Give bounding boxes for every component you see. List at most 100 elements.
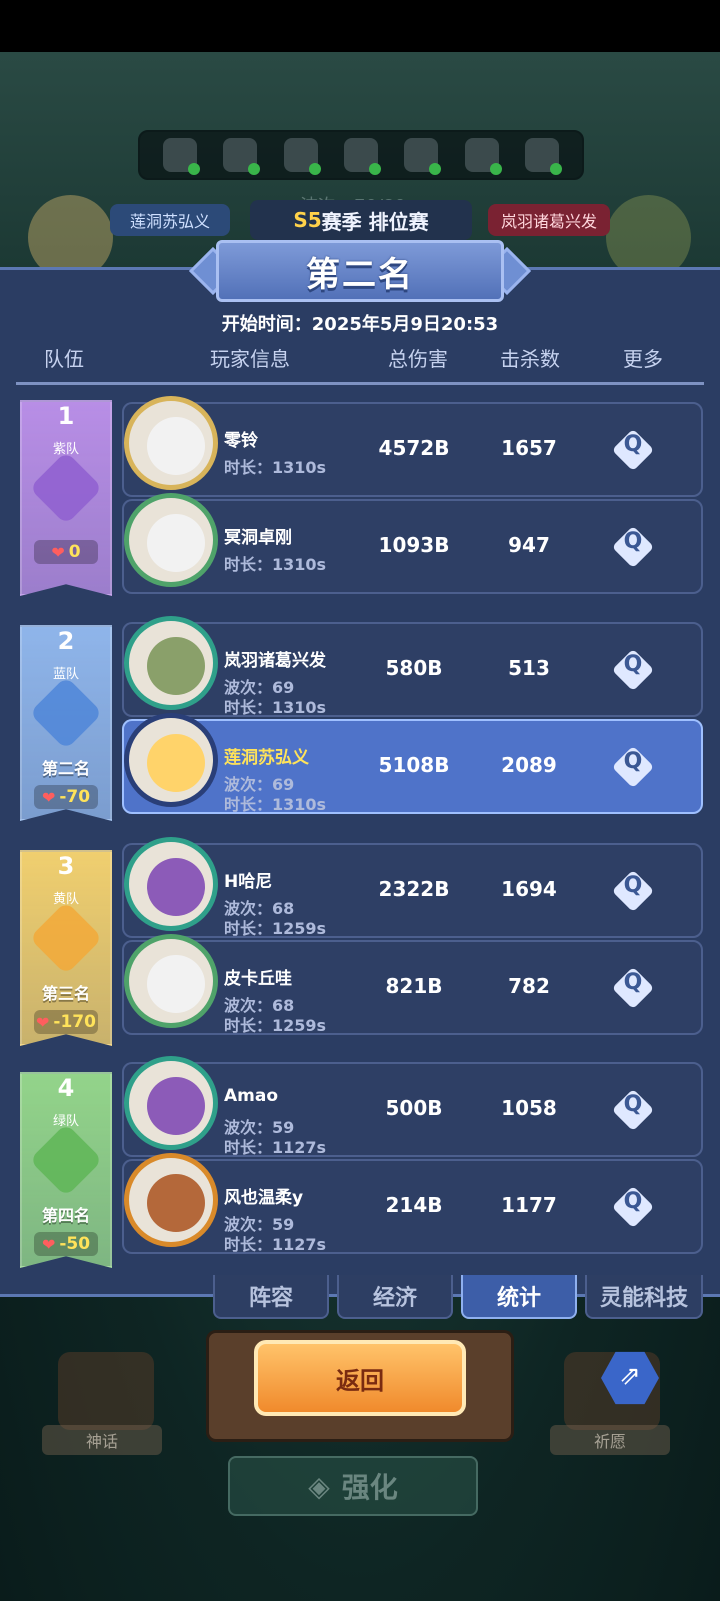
player-row: 零铃时长：1310s 4572B 1657 Q xyxy=(122,396,703,497)
player-row: 岚羽诸葛兴发 波次：69 时长：1310s 580B 513 Q xyxy=(122,616,703,717)
player-row: 莲洞苏弘义 波次：69 时长：1310s 5108B 2089 Q xyxy=(122,713,703,814)
player-duration: 时长：1259s xyxy=(224,1016,327,1035)
player-detail-button[interactable]: Q xyxy=(611,869,655,913)
player-damage: 214B xyxy=(385,1193,443,1217)
search-icon: Q xyxy=(623,749,643,774)
player-kills: 1657 xyxy=(501,436,557,460)
result-title: 第二名 xyxy=(216,240,504,302)
avatar xyxy=(124,396,218,490)
player-duration: 时长：1310s xyxy=(224,458,327,477)
team-ribbon: 4 绿队 第四名 ❤ -50 xyxy=(20,1072,112,1268)
search-icon: Q xyxy=(623,432,643,457)
player-detail-button[interactable]: Q xyxy=(611,1088,655,1132)
avatar-face xyxy=(147,955,205,1013)
avatar xyxy=(124,1056,218,1150)
player-duration: 时长：1127s xyxy=(224,1235,327,1254)
search-icon: Q xyxy=(623,970,643,995)
tab-lineup[interactable]: 阵容 xyxy=(213,1275,329,1319)
share-button[interactable]: ⇗ xyxy=(601,1349,659,1407)
player-kills: 782 xyxy=(508,974,550,998)
player-damage: 4572B xyxy=(378,436,450,460)
column-player: 玩家信息 xyxy=(210,347,290,371)
player-row: 风也温柔y 波次：59 时长：1127s 214B 1177 Q xyxy=(122,1153,703,1254)
avatar xyxy=(124,713,218,807)
player-kills: 1177 xyxy=(501,1193,557,1217)
player-row: Amao 波次：59 时长：1127s 500B 1058 Q xyxy=(122,1056,703,1157)
player-name: 风也温柔y xyxy=(224,1188,304,1208)
player-duration: 时长：1310s xyxy=(224,698,327,717)
back-button[interactable]: 返回 xyxy=(254,1340,466,1416)
player-damage: 2322B xyxy=(378,877,450,901)
share-icon: ⇗ xyxy=(619,1361,641,1391)
player-name: 零铃 xyxy=(224,431,258,451)
status-bar xyxy=(0,0,720,52)
tab-psionic-tech[interactable]: 灵能科技 xyxy=(585,1275,703,1319)
team-rank-number: 1 xyxy=(57,402,75,430)
season-number: S5 xyxy=(293,208,322,232)
start-time: 开始时间：2025年5月9日20:53 xyxy=(0,310,720,336)
unit-slot-bar xyxy=(138,130,584,180)
player-kills: 2089 xyxy=(501,753,557,777)
team-ribbon: 3 黄队 第三名 ❤ -170 xyxy=(20,850,112,1046)
tab-economy[interactable]: 经济 xyxy=(337,1275,453,1319)
search-icon: Q xyxy=(623,1092,643,1117)
team-ribbon: 1 紫队 ❤ 0 xyxy=(20,400,112,596)
result-title-banner: 第二名 xyxy=(188,240,532,302)
team-score: ❤ -50 xyxy=(34,1232,98,1256)
player-name: 岚羽诸葛兴发 xyxy=(224,651,326,671)
player-damage: 500B xyxy=(385,1096,443,1120)
search-icon: Q xyxy=(623,652,643,677)
player-detail-button[interactable]: Q xyxy=(611,428,655,472)
search-icon: Q xyxy=(623,529,643,554)
player-duration: 时长：1127s xyxy=(224,1138,327,1157)
team-rank-label: 第三名 xyxy=(41,984,90,1003)
wish-button: 祈愿 xyxy=(550,1425,670,1455)
tab-statistics[interactable]: 统计 xyxy=(461,1275,577,1319)
avatar xyxy=(124,837,218,931)
player-row: 冥洞卓刚 时长：1310s 1093B 947 Q xyxy=(122,493,703,594)
column-kills: 击杀数 xyxy=(500,347,560,371)
season-mode: 赛季 排位赛 xyxy=(321,209,429,234)
unit-slot-icon xyxy=(163,138,201,175)
team-rank-label: 第四名 xyxy=(41,1206,90,1225)
player-detail-button[interactable]: Q xyxy=(611,745,655,789)
team-score: ❤ -70 xyxy=(34,785,98,809)
unit-slot-icon xyxy=(283,138,321,175)
avatar-face xyxy=(147,858,205,916)
player-detail-button[interactable]: Q xyxy=(611,1185,655,1229)
heart-icon: ❤ xyxy=(41,787,56,807)
player-detail-button[interactable]: Q xyxy=(611,648,655,692)
player-kills: 513 xyxy=(508,656,550,680)
player-tag-right: 岚羽诸葛兴发 xyxy=(488,204,610,236)
player-name: H哈尼 xyxy=(224,872,273,892)
unit-slot-icon xyxy=(223,138,261,175)
upgrade-icon: ◈ xyxy=(308,1469,330,1503)
team-ribbon: 2 蓝队 第二名 ❤ -70 xyxy=(20,625,112,821)
myth-frame xyxy=(58,1352,154,1430)
avatar-face xyxy=(147,1174,205,1232)
team-rank-number: 2 xyxy=(57,627,75,655)
team-score-value: -70 xyxy=(59,787,91,807)
player-detail-button[interactable]: Q xyxy=(611,525,655,569)
avatar-face xyxy=(147,1077,205,1135)
team-score: ❤ -170 xyxy=(34,1010,98,1034)
heart-icon: ❤ xyxy=(41,1234,56,1254)
player-damage: 821B xyxy=(385,974,443,998)
player-name: 莲洞苏弘义 xyxy=(224,748,309,768)
column-team: 队伍 xyxy=(44,347,84,371)
team-score-value: -170 xyxy=(53,1012,96,1032)
start-time-label: 开始时间： xyxy=(221,314,312,335)
player-name: Amao xyxy=(224,1086,279,1106)
upgrade-button: ◈ 强化 xyxy=(228,1456,478,1516)
unit-slot-icon xyxy=(524,138,562,175)
player-detail-button[interactable]: Q xyxy=(611,966,655,1010)
team-rank-number: 3 xyxy=(57,852,75,880)
column-more: 更多 xyxy=(623,347,663,371)
avatar xyxy=(124,934,218,1028)
player-kills: 1694 xyxy=(501,877,557,901)
avatar xyxy=(124,493,218,587)
avatar xyxy=(124,616,218,710)
player-duration: 时长：1310s xyxy=(224,555,327,574)
avatar-face xyxy=(147,514,205,572)
avatar xyxy=(124,1153,218,1247)
